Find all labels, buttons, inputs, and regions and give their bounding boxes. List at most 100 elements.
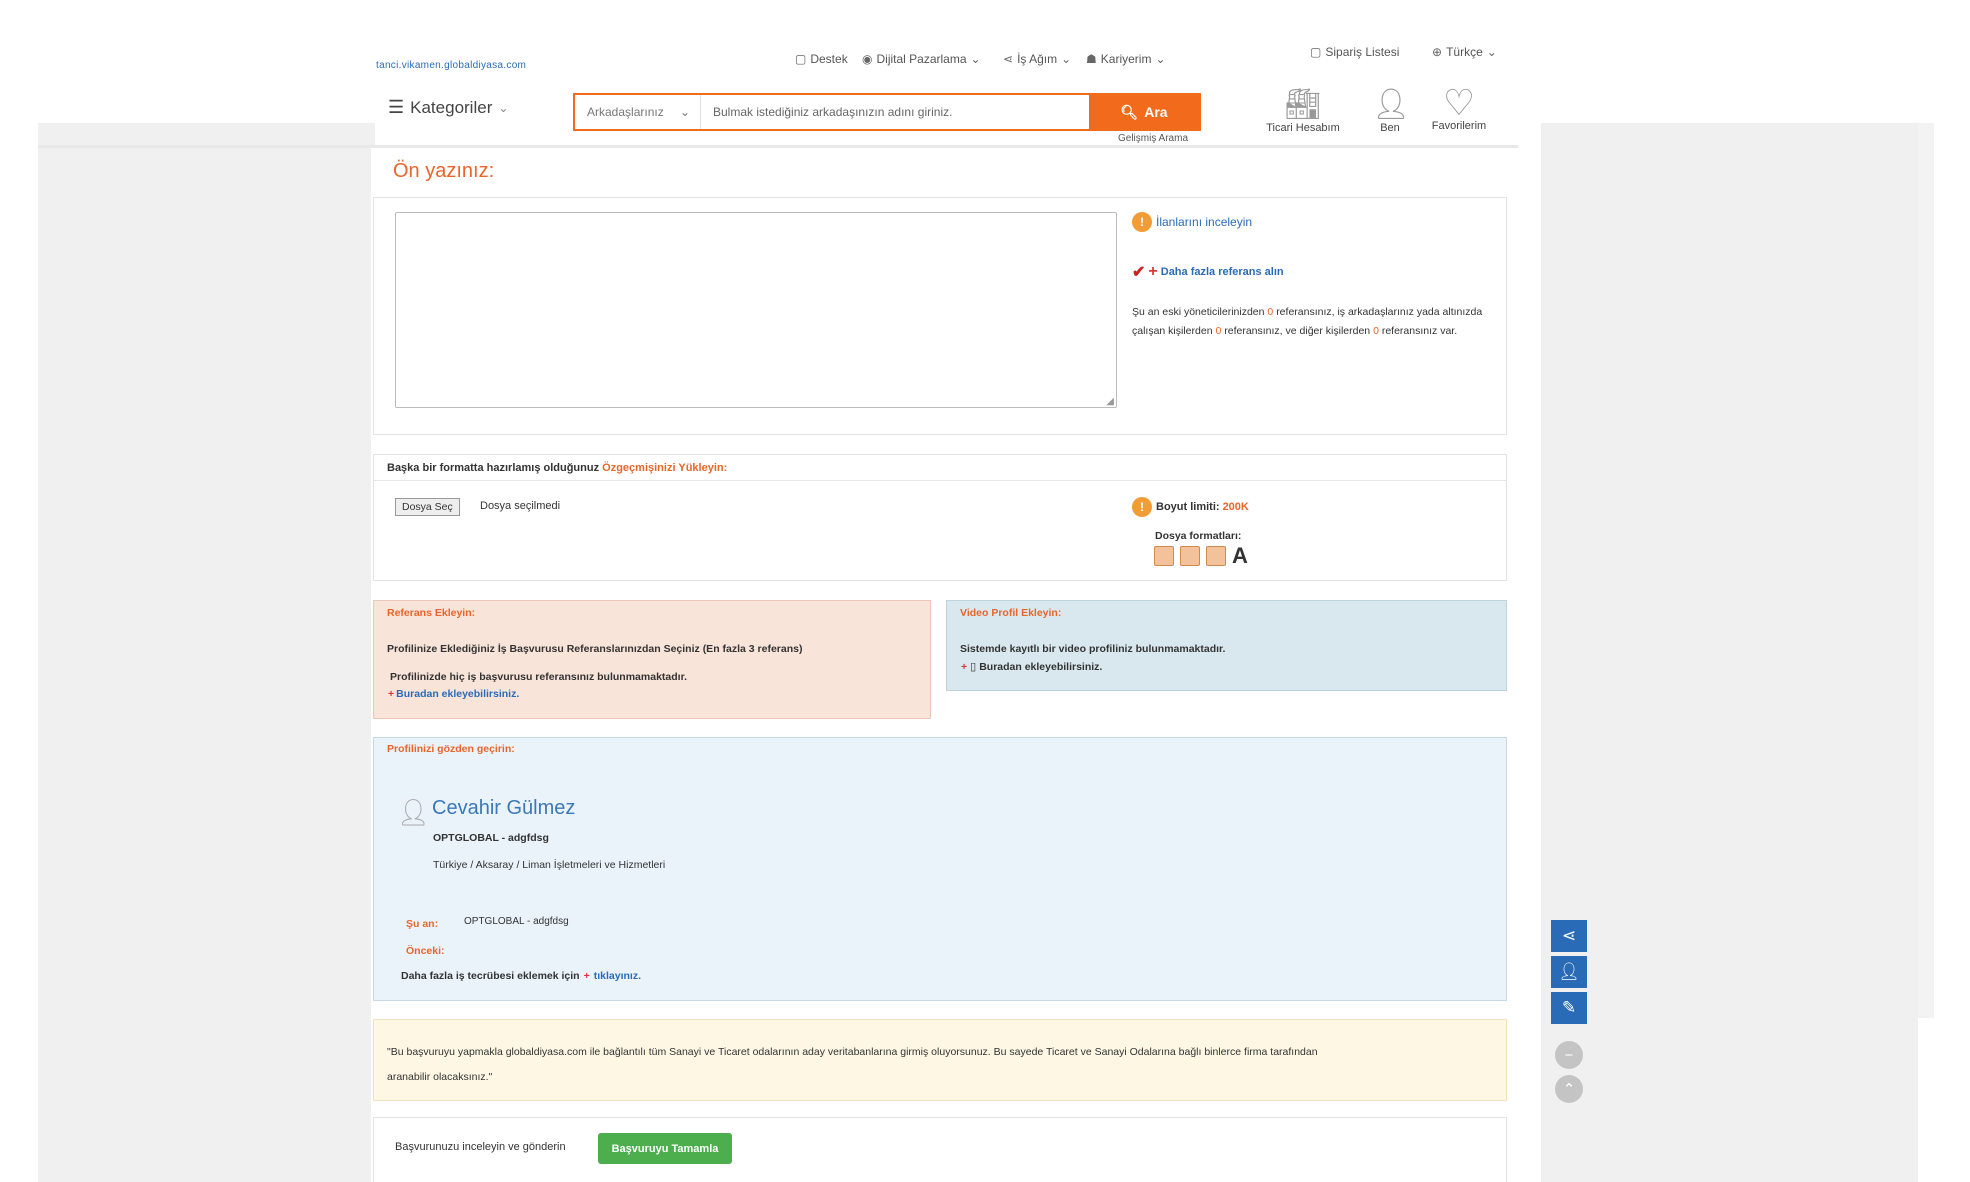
categories-label: Kategoriler <box>410 97 493 117</box>
chevron-up-icon: ⌃ <box>1562 1081 1576 1098</box>
page-background-right <box>1541 123 1918 1182</box>
nav-dijital-label: Dijital Pazarlama <box>876 52 967 66</box>
minimize-button[interactable]: − <box>1555 1041 1583 1069</box>
info-badge-icon: ! <box>1132 212 1152 232</box>
references-desc: Profilinize Eklediğiniz İş Başvurusu Ref… <box>387 643 802 655</box>
nav-kariyerim-label: Kariyerim <box>1100 52 1152 66</box>
file-formats-icons: A <box>1154 543 1248 568</box>
profile-label: Ben <box>1380 122 1400 134</box>
cover-letter-textarea[interactable]: ◢ <box>395 212 1117 408</box>
business-account-label: Ticari Hesabım <box>1266 122 1340 134</box>
more-references-link[interactable]: ✔ + Daha fazla referans alın <box>1132 262 1284 282</box>
chevron-down-icon: ⌄ <box>1486 45 1497 59</box>
pdf-file-icon <box>1154 546 1174 566</box>
search-category-value: Arkadaşlarınız <box>587 105 664 119</box>
advanced-search-link[interactable]: Gelişmiş Arama <box>1118 133 1188 144</box>
plus-icon: + <box>388 688 395 700</box>
scroll-top-button[interactable]: ⌃ <box>1555 1075 1583 1103</box>
plus-icon: + <box>1148 263 1158 280</box>
profile-location: Türkiye / Aksaray / Liman İşletmeleri ve… <box>433 859 666 871</box>
checkmark-icon: ✔ <box>1132 264 1146 281</box>
resize-handle-icon: ◢ <box>1106 396 1114 407</box>
cover-letter-title: Ön yazınız: <box>393 160 495 182</box>
share-icon: ⋖ <box>1003 52 1014 66</box>
avatar: 👤︎ <box>397 797 431 827</box>
share-icon: ⋖ <box>1561 926 1577 945</box>
references-desc-text: Profilinize Eklediğiniz İş Başvurusu Ref… <box>387 643 700 655</box>
more-experience-link[interactable]: tıklayınız. <box>594 970 641 982</box>
choose-file-button[interactable]: Dosya Seç <box>395 498 460 516</box>
business-account-link[interactable]: 🏭︎ Ticari Hesabım <box>1266 88 1340 134</box>
profile-link[interactable]: 👤︎ Ben <box>1372 88 1411 134</box>
notice-line-1: "Bu başvuruyu yapmakla globaldiyasa.com … <box>387 1046 1318 1058</box>
current-value: OPTGLOBAL - adgfdsg <box>464 916 569 927</box>
nav-destek-label: Destek <box>810 52 848 66</box>
eye-icon: ◉ <box>862 52 873 66</box>
ref-count-1: 0 <box>1267 306 1274 318</box>
search-button[interactable]: 🔍︎ Ara <box>1089 95 1199 129</box>
references-add-link[interactable]: + Buradan ekleyebilirsiniz. <box>388 688 519 700</box>
doc-file-icon <box>1180 546 1200 566</box>
search-button-label: Ara <box>1144 104 1168 120</box>
order-list-label: Sipariş Listesi <box>1325 45 1400 59</box>
chevron-down-icon: ⌄ <box>1155 52 1166 66</box>
upload-header: Başka bir formatta hazırlamış olduğunuz … <box>387 462 727 474</box>
plus-icon: + <box>961 660 968 673</box>
share-button[interactable]: ⋖ <box>1551 920 1587 952</box>
complete-application-button[interactable]: Başvuruyu Tamamla <box>598 1133 732 1164</box>
video-add-link[interactable]: + ▯ Buradan ekleyebilirsiniz. <box>961 660 1102 674</box>
more-references-label: Daha fazla referans alın <box>1160 266 1284 278</box>
size-limit-label: Boyut limiti: <box>1156 501 1220 513</box>
ref-info-1: Şu an eski yöneticilerinizden <box>1132 306 1265 318</box>
heart-icon: ♡ <box>1442 82 1476 123</box>
text-file-icon: A <box>1232 543 1248 568</box>
site-logo[interactable]: tanci.vikamen.globaldiyasa.com <box>376 60 526 71</box>
page-background-left <box>38 123 375 1182</box>
ref-info-2: referansınız, iş arkadaşlarınız yada <box>1276 306 1440 318</box>
profile-button[interactable]: 👤︎ <box>1551 956 1587 988</box>
upload-resume-link[interactable]: Özgeçmişinizi Yükleyin: <box>602 462 727 474</box>
review-ads-link[interactable]: ! İlanlarını inceleyin <box>1132 212 1252 232</box>
edit-button[interactable]: ✎ <box>1551 992 1587 1024</box>
video-title: Video Profil Ekleyin: <box>960 607 1062 619</box>
file-formats-label: Dosya formatları: <box>1155 530 1242 542</box>
clipboard-icon: ▢ <box>1310 45 1322 59</box>
ref-count-2: 0 <box>1215 325 1222 337</box>
plus-icon: + <box>583 970 590 982</box>
hamburger-icon: ☰ <box>388 97 405 117</box>
references-title: Referans Ekleyin: <box>387 607 476 619</box>
search-category-select[interactable]: Arkadaşlarınız ⌄ <box>575 95 701 129</box>
user-icon: 👤︎ <box>1558 962 1580 981</box>
favorites-link[interactable]: ♡ Favorilerim <box>1427 82 1491 133</box>
chevron-down-icon: ⌄ <box>679 105 690 119</box>
nav-destek[interactable]: ▢ Destek <box>795 52 848 66</box>
user-icon: 👤︎ <box>1372 88 1411 121</box>
language-selector[interactable]: ⊕ Türkçe ⌄ <box>1432 45 1497 59</box>
categories-menu[interactable]: ☰ Kategoriler ⌄ <box>388 97 508 118</box>
profile-company: OPTGLOBAL - adgfdsg <box>433 832 549 844</box>
nav-isagim[interactable]: ⋖ İş Ağım ⌄ <box>1003 52 1071 66</box>
header-divider <box>38 145 1518 148</box>
chevron-down-icon: ⌄ <box>970 52 981 66</box>
previous-label: Önceki: <box>406 945 445 957</box>
size-limit: ! Boyut limiti: 200K <box>1132 497 1249 517</box>
references-add-label: Buradan ekleyebilirsiniz. <box>396 688 520 700</box>
more-experience-text: Daha fazla iş tecrübesi eklemek için <box>401 970 580 982</box>
chevron-down-icon: ⌄ <box>1061 52 1072 66</box>
nav-dijital[interactable]: ◉ Dijital Pazarlama ⌄ <box>862 52 981 66</box>
profile-name[interactable]: Cevahir Gülmez <box>432 797 575 820</box>
chevron-down-icon: ⌄ <box>498 100 509 115</box>
ref-info-4: referansınız, ve diğer kişilerden <box>1224 325 1371 337</box>
search-input[interactable]: Bulmak istediğiniz arkadaşınızın adını g… <box>701 95 1089 129</box>
submit-label: Başvurunuzu inceleyin ve gönderin <box>395 1141 566 1153</box>
nav-kariyerim[interactable]: ☗ Kariyerim ⌄ <box>1086 52 1166 66</box>
nav-isagim-label: İş Ağım <box>1017 52 1058 66</box>
order-list-link[interactable]: ▢ Sipariş Listesi <box>1310 45 1399 59</box>
profile-title: Profilinizi gözden geçirin: <box>387 743 515 755</box>
notice-line-2: aranabilir olacaksınız." <box>387 1071 493 1083</box>
ref-info-5: referansınız var. <box>1381 325 1458 337</box>
video-none: Sistemde kayıtlı bir video profiliniz bu… <box>960 643 1226 655</box>
users-icon: ☗ <box>1086 52 1097 66</box>
pencil-icon: ✎ <box>1561 998 1577 1017</box>
globe-icon: ⊕ <box>1432 45 1443 59</box>
